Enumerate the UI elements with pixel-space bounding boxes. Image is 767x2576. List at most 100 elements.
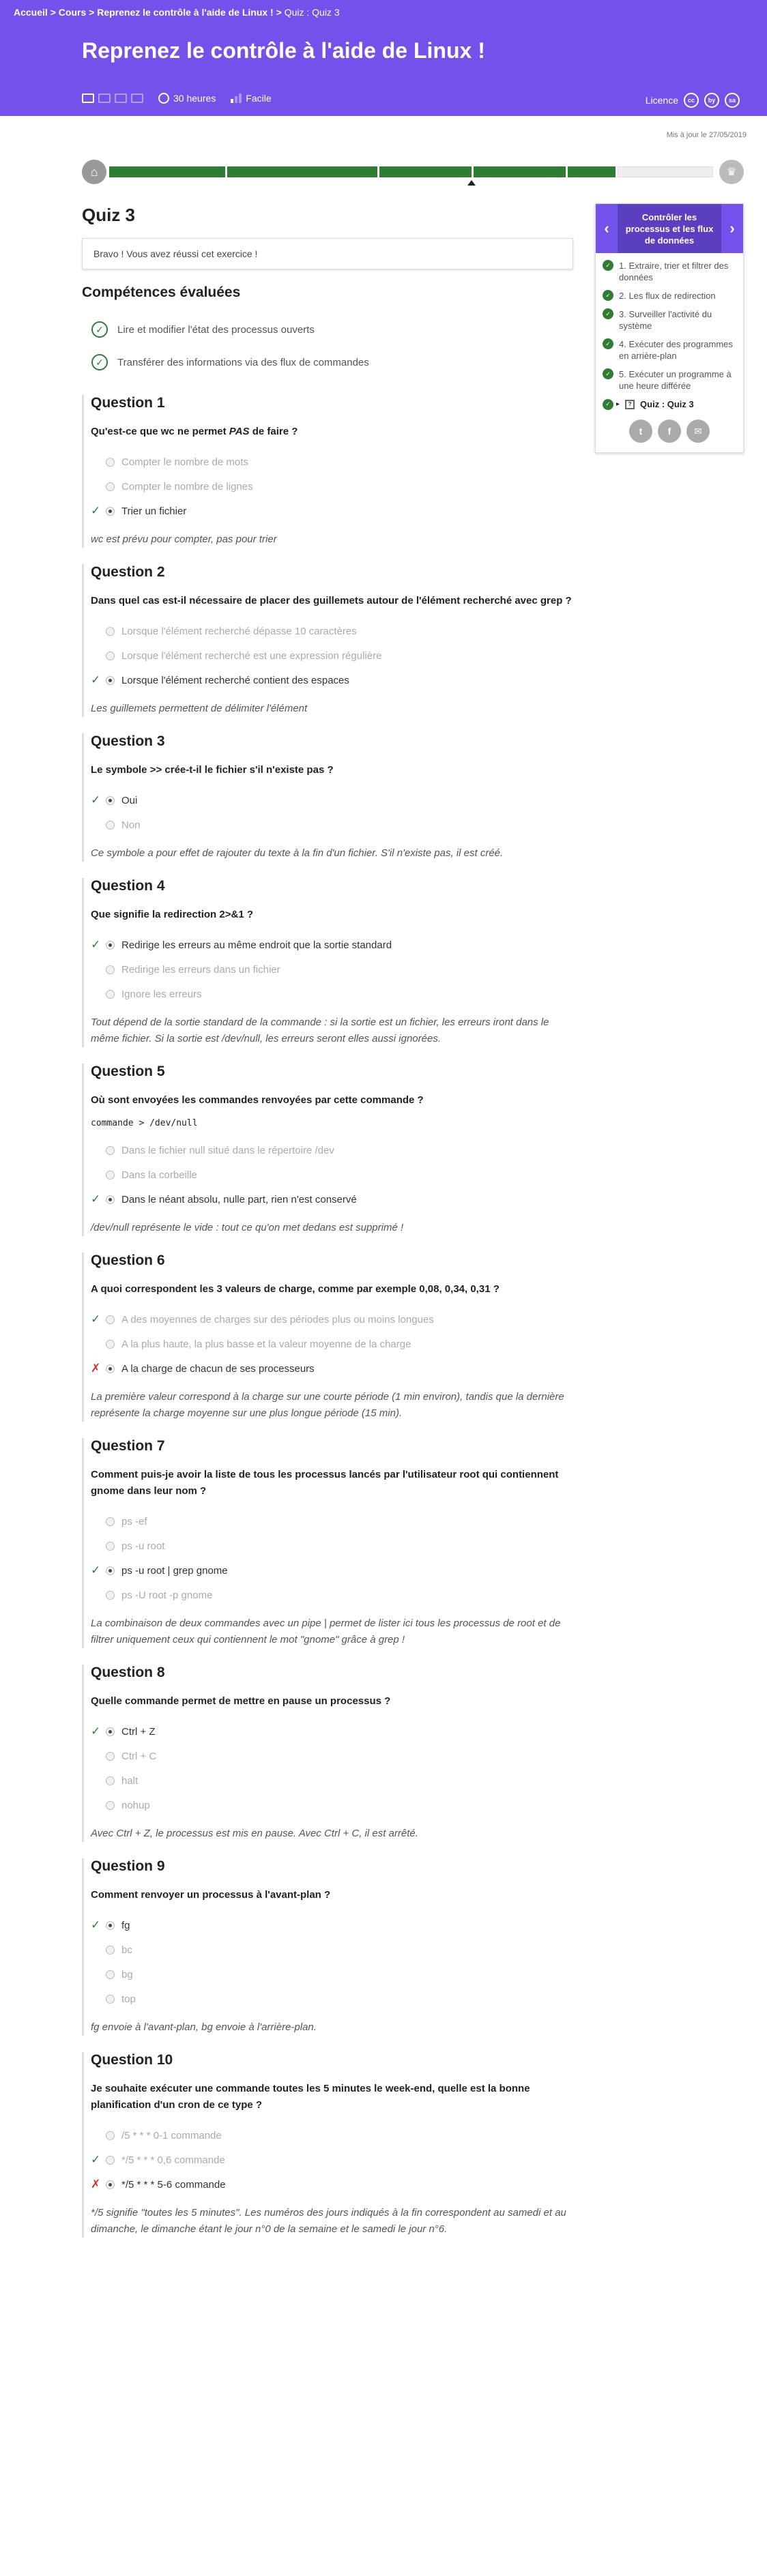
answer-option[interactable]: ✓ Redirige les erreurs au même endroit qu… bbox=[91, 933, 573, 957]
radio-button[interactable] bbox=[106, 1751, 115, 1761]
radio-button[interactable] bbox=[106, 482, 115, 491]
answer-option[interactable]: ✓ Oui bbox=[91, 788, 573, 813]
radio-button[interactable] bbox=[106, 1339, 115, 1349]
email-icon[interactable]: ✉ bbox=[686, 420, 710, 443]
radio-button[interactable] bbox=[106, 1145, 115, 1155]
progress-segment[interactable] bbox=[618, 166, 713, 177]
answer-option[interactable]: Compter le nombre de lignes bbox=[91, 474, 573, 499]
answer-option[interactable]: ✓ fg bbox=[91, 1913, 573, 1937]
radio-button[interactable] bbox=[106, 1920, 115, 1930]
radio-button[interactable] bbox=[106, 2131, 115, 2140]
answer-option[interactable]: bg bbox=[91, 1962, 573, 1987]
radio-button[interactable] bbox=[106, 989, 115, 999]
answer-option[interactable]: nohup bbox=[91, 1793, 573, 1817]
answer-option[interactable]: bc bbox=[91, 1937, 573, 1962]
correct-check-icon: ✓ bbox=[91, 1564, 101, 1577]
progress-segment[interactable] bbox=[568, 166, 616, 177]
answer-option[interactable]: ps -ef bbox=[91, 1509, 573, 1534]
progress-segment[interactable] bbox=[227, 166, 377, 177]
radio-button[interactable] bbox=[106, 1945, 115, 1955]
trophy-icon[interactable]: ♛ bbox=[719, 160, 744, 184]
progress-segment[interactable] bbox=[474, 166, 566, 177]
course-duration: 30 heures bbox=[173, 93, 216, 104]
progress-segment[interactable] bbox=[379, 166, 472, 177]
breadcrumb-home[interactable]: Accueil bbox=[14, 7, 48, 18]
answer-option[interactable]: ✓ Ctrl + Z bbox=[91, 1719, 573, 1744]
answer-option[interactable]: ✓ */5 * * * 0,6 commande bbox=[91, 2148, 573, 2172]
radio-button[interactable] bbox=[106, 1195, 115, 1204]
sidebar-item[interactable]: ✓ 5. Exécuter un programme à une heure di… bbox=[603, 368, 736, 392]
sidebar-item-label: 1. Extraire, trier et filtrer des donnée… bbox=[619, 261, 729, 282]
answer-explanation: Avec Ctrl + Z, le processus est mis en p… bbox=[91, 1828, 418, 1839]
answer-option[interactable]: ps -u root bbox=[91, 1534, 573, 1558]
sidebar-item[interactable]: ✓ 2. Les flux de redirection bbox=[603, 290, 736, 302]
next-chapter-button[interactable]: › bbox=[721, 204, 743, 253]
radio-button[interactable] bbox=[106, 457, 115, 467]
prompt-text: Quelle commande permet de mettre en paus… bbox=[91, 1695, 391, 1707]
radio-button[interactable] bbox=[106, 1776, 115, 1785]
breadcrumb-courses[interactable]: Cours bbox=[59, 7, 86, 18]
sidebar-item[interactable]: ✓ 4. Exécuter des programmes en arrière-p… bbox=[603, 338, 736, 362]
radio-button[interactable] bbox=[106, 1541, 115, 1551]
sidebar-item[interactable]: ✓ 1. Extraire, trier et filtrer des donné… bbox=[603, 260, 736, 283]
radio-button[interactable] bbox=[106, 1994, 115, 2004]
breadcrumb-course[interactable]: Reprenez le contrôle à l'aide de Linux ! bbox=[97, 7, 274, 18]
radio-button[interactable] bbox=[106, 651, 115, 660]
answer-option[interactable]: ✓ ps -u root | grep gnome bbox=[91, 1558, 573, 1583]
radio-button[interactable] bbox=[106, 1315, 115, 1324]
radio-button[interactable] bbox=[106, 2180, 115, 2189]
radio-button[interactable] bbox=[106, 1590, 115, 1600]
answer-option[interactable]: Lorsque l'élément recherché dépasse 10 c… bbox=[91, 619, 573, 643]
radio-button[interactable] bbox=[106, 1727, 115, 1736]
answer-option[interactable]: A la plus haute, la plus basse et la val… bbox=[91, 1332, 573, 1356]
progress-segment[interactable] bbox=[109, 166, 225, 177]
radio-button[interactable] bbox=[106, 506, 115, 516]
radio-button[interactable] bbox=[106, 2155, 115, 2165]
difficulty-icon bbox=[231, 93, 242, 103]
answer-option[interactable]: Dans la corbeille bbox=[91, 1162, 573, 1187]
answer-option[interactable]: Compter le nombre de mots bbox=[91, 450, 573, 474]
radio-button[interactable] bbox=[106, 675, 115, 685]
previous-chapter-button[interactable]: ‹ bbox=[596, 204, 618, 253]
answer-option[interactable]: Ignore les erreurs bbox=[91, 982, 573, 1006]
radio-button[interactable] bbox=[106, 626, 115, 636]
correct-check-icon: ✓ bbox=[91, 673, 101, 686]
answer-explanation: /dev/null représente le vide : tout ce q… bbox=[91, 1222, 404, 1233]
licence-label[interactable]: Licence bbox=[646, 95, 678, 106]
chapter-title[interactable]: Contrôler les processus et les flux de d… bbox=[618, 204, 721, 253]
answer-option[interactable]: Dans le fichier null situé dans le réper… bbox=[91, 1138, 573, 1162]
radio-button[interactable] bbox=[106, 820, 115, 830]
answer-option[interactable]: ✓ Trier un fichier bbox=[91, 499, 573, 523]
twitter-icon[interactable]: t bbox=[629, 420, 652, 443]
answer-option[interactable]: ✗ */5 * * * 5-6 commande bbox=[91, 2172, 573, 2197]
question-block: Question 2 Dans quel cas est-il nécessair… bbox=[82, 564, 573, 717]
radio-button[interactable] bbox=[106, 965, 115, 974]
answer-option[interactable]: ✓ Lorsque l'élément recherché contient de… bbox=[91, 668, 573, 692]
radio-button[interactable] bbox=[106, 795, 115, 805]
answer-option[interactable]: Lorsque l'élément recherché est une expr… bbox=[91, 643, 573, 668]
radio-button[interactable] bbox=[106, 940, 115, 950]
answer-option[interactable]: halt bbox=[91, 1768, 573, 1793]
radio-button[interactable] bbox=[106, 1800, 115, 1810]
answer-option[interactable]: Ctrl + C bbox=[91, 1744, 573, 1768]
answer-option[interactable]: Non bbox=[91, 813, 573, 837]
answer-option[interactable]: ps -U root -p gnome bbox=[91, 1583, 573, 1607]
answer-option[interactable]: /5 * * * 0-1 commande bbox=[91, 2123, 573, 2148]
sidebar-item[interactable]: ✓ 3. Surveiller l'activité du système bbox=[603, 308, 736, 332]
sidebar-item-current-quiz[interactable]: ✓ ▸? Quiz : Quiz 3 bbox=[603, 398, 736, 410]
facebook-icon[interactable]: f bbox=[658, 420, 681, 443]
answer-option[interactable]: top bbox=[91, 1987, 573, 2011]
check-icon: ✓ bbox=[603, 338, 613, 349]
radio-button[interactable] bbox=[106, 1566, 115, 1575]
answer-option[interactable]: ✗ A la charge de chacun de ses processeur… bbox=[91, 1356, 573, 1381]
radio-button[interactable] bbox=[106, 1517, 115, 1526]
radio-button[interactable] bbox=[106, 1364, 115, 1373]
answer-label: */5 * * * 0,6 commande bbox=[121, 2154, 225, 2166]
home-icon[interactable]: ⌂ bbox=[82, 160, 106, 184]
correct-check-icon: ✓ bbox=[91, 1313, 101, 1326]
radio-button[interactable] bbox=[106, 1970, 115, 1979]
answer-option[interactable]: ✓ Dans le néant absolu, nulle part, rien … bbox=[91, 1187, 573, 1212]
answer-option[interactable]: Redirige les erreurs dans un fichier bbox=[91, 957, 573, 982]
answer-option[interactable]: ✓ A des moyennes de charges sur des pério… bbox=[91, 1307, 573, 1332]
radio-button[interactable] bbox=[106, 1170, 115, 1180]
